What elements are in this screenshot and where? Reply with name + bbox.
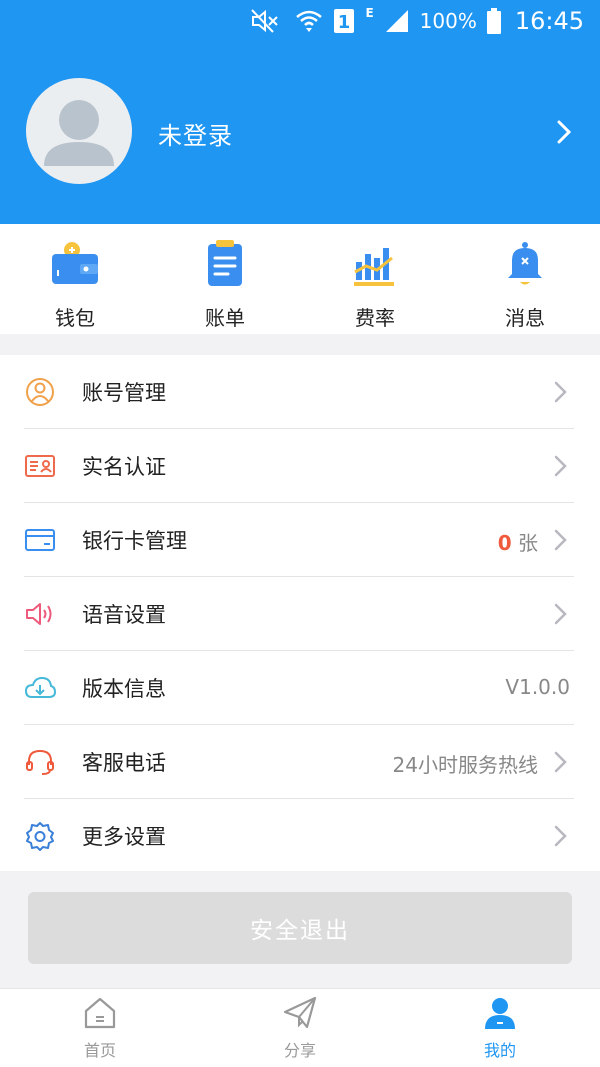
profile-header: 1 E 100% 16:45 未登录 bbox=[0, 0, 600, 224]
card-count-unit: 张 bbox=[518, 531, 538, 555]
mute-icon bbox=[251, 9, 285, 33]
menu-label: 实名认证 bbox=[82, 455, 166, 479]
settings-menu: 账号管理 实名认证 银行卡管理 0 张 语音设置 版本信息 V1.0.0 客服电… bbox=[0, 355, 600, 871]
bank-card-icon bbox=[25, 529, 55, 551]
menu-item-support[interactable]: 客服电话 24小时服务热线 bbox=[0, 725, 600, 799]
menu-item-more-settings[interactable]: 更多设置 bbox=[0, 799, 600, 873]
avatar[interactable] bbox=[26, 78, 132, 184]
status-bar: 1 E 100% 16:45 bbox=[0, 0, 600, 42]
quick-action-rate[interactable]: 费率 bbox=[300, 224, 450, 334]
chevron-right-icon bbox=[554, 751, 567, 773]
menu-item-verification[interactable]: 实名认证 bbox=[0, 429, 600, 503]
menu-item-voice[interactable]: 语音设置 bbox=[0, 577, 600, 651]
menu-item-version[interactable]: 版本信息 V1.0.0 bbox=[0, 651, 600, 725]
login-status[interactable]: 未登录 bbox=[158, 116, 233, 151]
menu-label: 更多设置 bbox=[82, 825, 166, 849]
quick-actions: 钱包 账单 费率 消息 bbox=[0, 224, 600, 334]
chevron-right-icon bbox=[554, 381, 567, 403]
cloud-download-icon bbox=[24, 676, 56, 698]
svg-text:1: 1 bbox=[338, 12, 351, 33]
chevron-right-icon bbox=[554, 825, 567, 847]
speaker-icon bbox=[26, 603, 52, 625]
quick-action-wallet[interactable]: 钱包 bbox=[0, 224, 150, 334]
chevron-right-icon bbox=[554, 455, 567, 477]
menu-label: 客服电话 bbox=[82, 751, 166, 775]
bottom-nav: 首页 分享 我的 bbox=[0, 988, 600, 1067]
menu-item-bank-card[interactable]: 银行卡管理 0 张 bbox=[0, 503, 600, 577]
menu-label: 账号管理 bbox=[82, 381, 166, 405]
nav-label: 首页 bbox=[83, 1041, 116, 1060]
user-circle-icon bbox=[26, 378, 54, 406]
menu-item-account[interactable]: 账号管理 bbox=[0, 355, 600, 429]
wifi-icon bbox=[295, 9, 323, 33]
network-type: E bbox=[365, 6, 374, 20]
quick-action-message[interactable]: 消息 bbox=[450, 224, 600, 334]
menu-label: 语音设置 bbox=[82, 603, 166, 627]
headset-icon bbox=[26, 749, 54, 775]
bell-icon bbox=[508, 242, 542, 285]
quick-action-label: 账单 bbox=[205, 306, 245, 330]
nav-mine[interactable]: 我的 bbox=[400, 989, 600, 1067]
battery-level: 100% bbox=[419, 9, 477, 33]
nav-label: 分享 bbox=[283, 1041, 316, 1060]
clock: 16:45 bbox=[514, 7, 584, 35]
menu-label: 版本信息 bbox=[82, 677, 166, 701]
version-value: V1.0.0 bbox=[505, 675, 570, 699]
id-card-icon bbox=[25, 455, 55, 477]
bill-icon bbox=[208, 240, 242, 286]
chevron-right-icon[interactable] bbox=[552, 120, 576, 144]
quick-action-label: 消息 bbox=[505, 306, 545, 330]
person-icon bbox=[485, 998, 515, 1029]
signal-icon bbox=[384, 9, 410, 33]
home-icon bbox=[84, 997, 116, 1029]
logout-button[interactable]: 安全退出 bbox=[28, 892, 572, 964]
menu-label: 银行卡管理 bbox=[82, 529, 187, 553]
nav-label: 我的 bbox=[483, 1041, 516, 1060]
bank-card-count: 0 张 bbox=[498, 527, 538, 556]
profile-row[interactable]: 未登录 bbox=[0, 78, 600, 186]
sim-card-icon: 1 bbox=[333, 8, 355, 34]
nav-home[interactable]: 首页 bbox=[0, 989, 200, 1067]
chevron-right-icon bbox=[554, 529, 567, 551]
quick-action-label: 费率 bbox=[355, 306, 395, 330]
gear-icon bbox=[26, 822, 54, 851]
quick-action-bill[interactable]: 账单 bbox=[150, 224, 300, 334]
default-avatar-icon bbox=[44, 100, 114, 166]
rate-chart-icon bbox=[354, 248, 394, 286]
nav-share[interactable]: 分享 bbox=[200, 989, 400, 1067]
paper-plane-icon bbox=[283, 996, 317, 1029]
wallet-icon bbox=[52, 242, 98, 284]
battery-icon bbox=[486, 8, 501, 34]
chevron-right-icon bbox=[554, 603, 567, 625]
card-count: 0 bbox=[497, 531, 512, 555]
support-hotline: 24小时服务热线 bbox=[392, 753, 538, 777]
quick-action-label: 钱包 bbox=[55, 306, 95, 330]
